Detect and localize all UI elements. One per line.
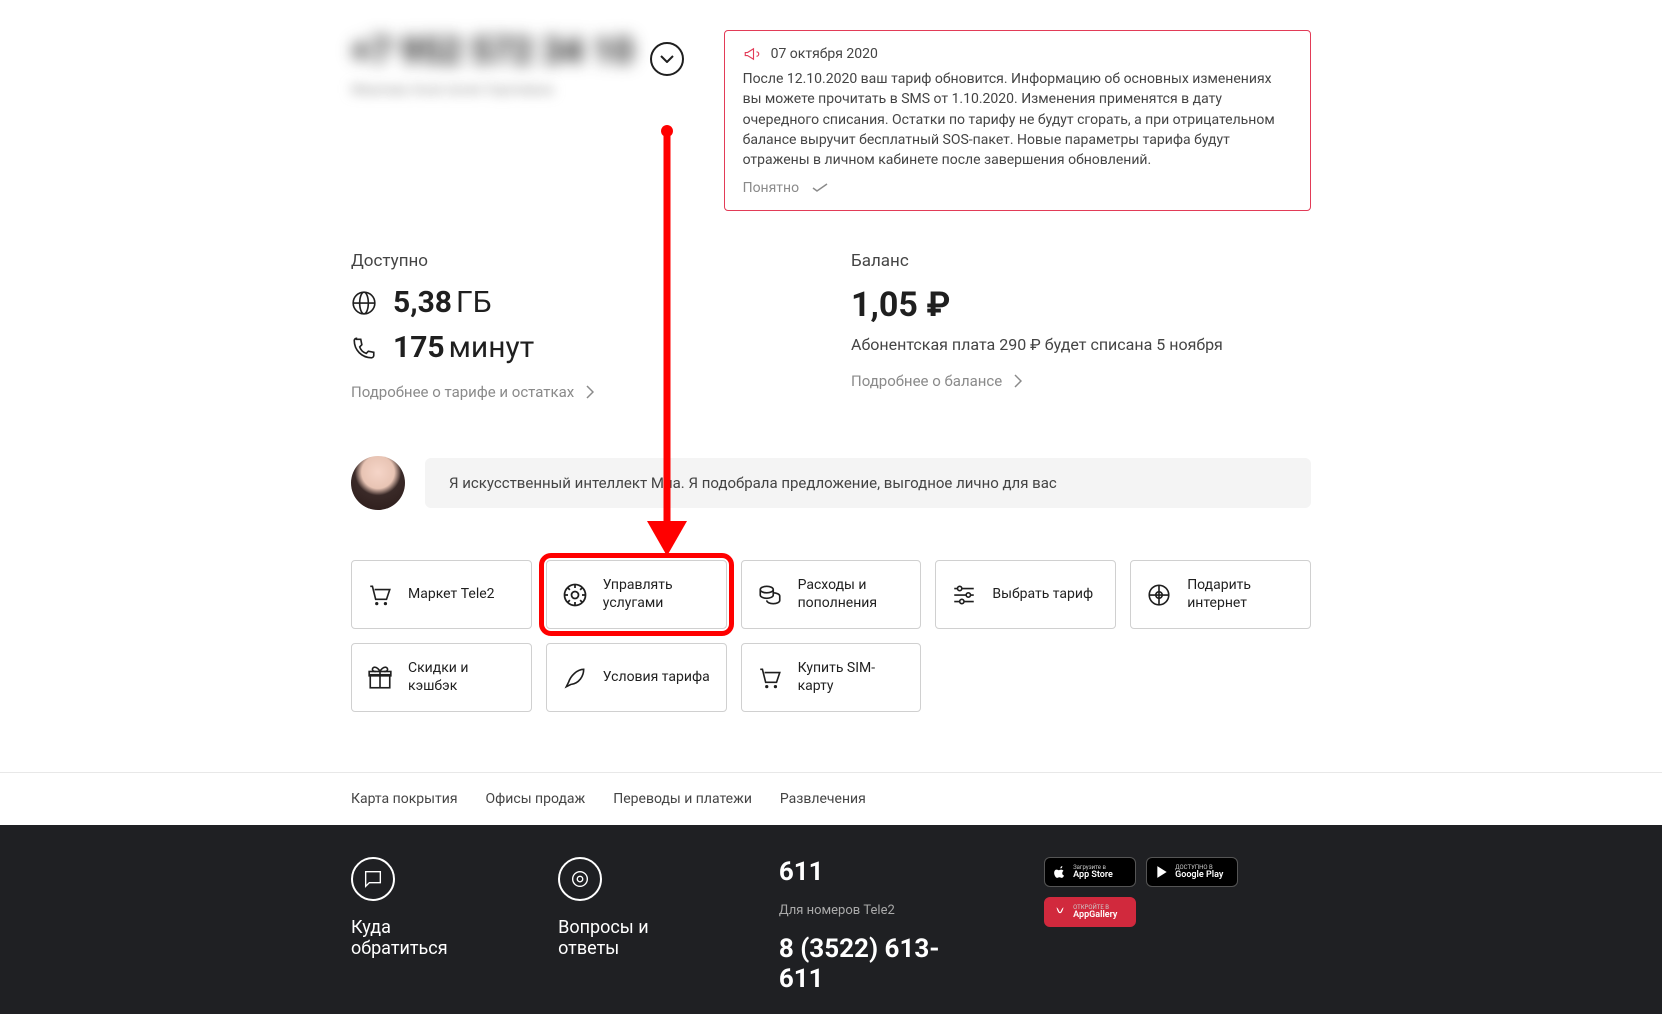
account-name: Иванова Анастасия Сергеевна — [351, 82, 684, 98]
mia-message: Я искусственный интеллект Миа. Я подобра… — [425, 458, 1311, 508]
tile-choose-tariff[interactable]: Выбрать тариф — [935, 560, 1116, 629]
tile-buy-sim[interactable]: Купить SIM-карту — [741, 643, 922, 712]
chat-icon — [351, 857, 395, 901]
footer-link-entertainment[interactable]: Развлечения — [780, 791, 866, 807]
footer-link-coverage[interactable]: Карта покрытия — [351, 791, 458, 807]
mia-assistant[interactable]: Я искусственный интеллект Миа. Я подобра… — [351, 456, 1311, 510]
sliders-icon — [950, 581, 978, 609]
chevron-right-icon — [1014, 374, 1022, 388]
notice-banner: 07 октября 2020 После 12.10.2020 ваш тар… — [724, 30, 1311, 211]
tile-label: Скидки и кэшбэк — [408, 660, 517, 695]
balance-note: Абонентская плата 290 ₽ будет списана 5 … — [851, 335, 1311, 354]
footer-phones: 611 Для номеров Tele2 8 (3522) 613-611 — [779, 857, 964, 994]
target-icon — [558, 857, 602, 901]
action-tiles: Маркет Tele2 Управлять услугами Расходы … — [351, 560, 1311, 712]
check-icon — [811, 183, 829, 193]
notice-body: После 12.10.2020 ваш тариф обновится. Ин… — [743, 69, 1292, 170]
account-switcher-button[interactable] — [650, 42, 684, 76]
data-amount: 5,38 — [393, 285, 452, 320]
chevron-right-icon — [586, 385, 594, 399]
account-header: +7 952 572 34 10 Иванова Анастасия Серге… — [351, 30, 684, 211]
balance-value: 1,05 ₽ — [851, 285, 1311, 325]
minutes-amount: 175 — [393, 330, 445, 365]
balance-block: Баланс 1,05 ₽ Абонентская плата 290 ₽ бу… — [851, 251, 1311, 401]
appstore-badge[interactable]: Загрузите вApp Store — [1044, 857, 1136, 887]
tile-label: Расходы и пополнения — [798, 577, 907, 612]
tile-manage-services[interactable]: Управлять услугами — [546, 560, 727, 629]
tile-label: Управлять услугами — [603, 577, 712, 612]
tariff-details-link[interactable]: Подробнее о тарифе и остатках — [351, 383, 811, 401]
balance-label: Баланс — [851, 251, 1311, 271]
coins-icon — [756, 581, 784, 609]
tile-gift-internet[interactable]: Подарить интернет — [1130, 560, 1311, 629]
apple-icon — [1053, 865, 1067, 879]
data-unit: ГБ — [456, 285, 492, 320]
notice-date: 07 октября 2020 — [771, 46, 878, 62]
wheel-icon — [561, 581, 589, 609]
footer-link-offices[interactable]: Офисы продаж — [486, 791, 586, 807]
footer-nav: Карта покрытия Офисы продаж Переводы и п… — [331, 791, 1331, 807]
phone-icon — [351, 335, 377, 361]
balance-details-link[interactable]: Подробнее о балансе — [851, 372, 1311, 390]
tile-label: Маркет Tele2 — [408, 586, 495, 604]
tile-label: Условия тарифа — [603, 669, 710, 687]
phone-number: +7 952 572 34 10 — [351, 30, 634, 72]
cart-icon — [756, 664, 784, 692]
notice-ok-label: Понятно — [743, 180, 800, 196]
dark-footer: Куда обратиться Вопросы и ответы 611 Для… — [0, 825, 1662, 1014]
footer-link-payments[interactable]: Переводы и платежи — [613, 791, 752, 807]
short-phone[interactable]: 611 — [779, 857, 964, 887]
short-phone-sub: Для номеров Tele2 — [779, 903, 964, 918]
available-block: Доступно 5,38ГБ 175минут Подробнее о тар… — [351, 251, 811, 401]
megaphone-icon — [743, 45, 761, 63]
globe-icon — [351, 290, 377, 316]
store-badges: Загрузите вApp Store ДОСТУПНО ВGoogle Pl… — [1044, 857, 1311, 927]
mia-avatar — [351, 456, 405, 510]
chevron-down-icon — [660, 55, 674, 63]
tile-label: Выбрать тариф — [992, 586, 1093, 604]
tile-expenses[interactable]: Расходы и пополнения — [741, 560, 922, 629]
googleplay-badge[interactable]: ДОСТУПНО ВGoogle Play — [1146, 857, 1238, 887]
tile-cashback[interactable]: Скидки и кэшбэк — [351, 643, 532, 712]
minutes-unit: минут — [449, 330, 535, 365]
feather-icon — [561, 664, 589, 692]
tile-label: Купить SIM-карту — [798, 660, 907, 695]
available-label: Доступно — [351, 251, 811, 271]
gift-icon — [366, 664, 394, 692]
tile-market[interactable]: Маркет Tele2 — [351, 560, 532, 629]
footer-faq[interactable]: Вопросы и ответы — [558, 857, 699, 959]
long-phone[interactable]: 8 (3522) 613-611 — [779, 934, 964, 994]
appgallery-badge[interactable]: ОТКРОЙТЕ ВAppGallery — [1044, 897, 1136, 927]
play-icon — [1155, 865, 1169, 879]
tile-tariff-terms[interactable]: Условия тарифа — [546, 643, 727, 712]
huawei-icon — [1053, 905, 1067, 919]
notice-dismiss[interactable]: Понятно — [743, 180, 1292, 196]
cart-icon — [366, 581, 394, 609]
footer-contact[interactable]: Куда обратиться — [351, 857, 478, 959]
globe-icon — [1145, 581, 1173, 609]
tile-label: Подарить интернет — [1187, 577, 1296, 612]
